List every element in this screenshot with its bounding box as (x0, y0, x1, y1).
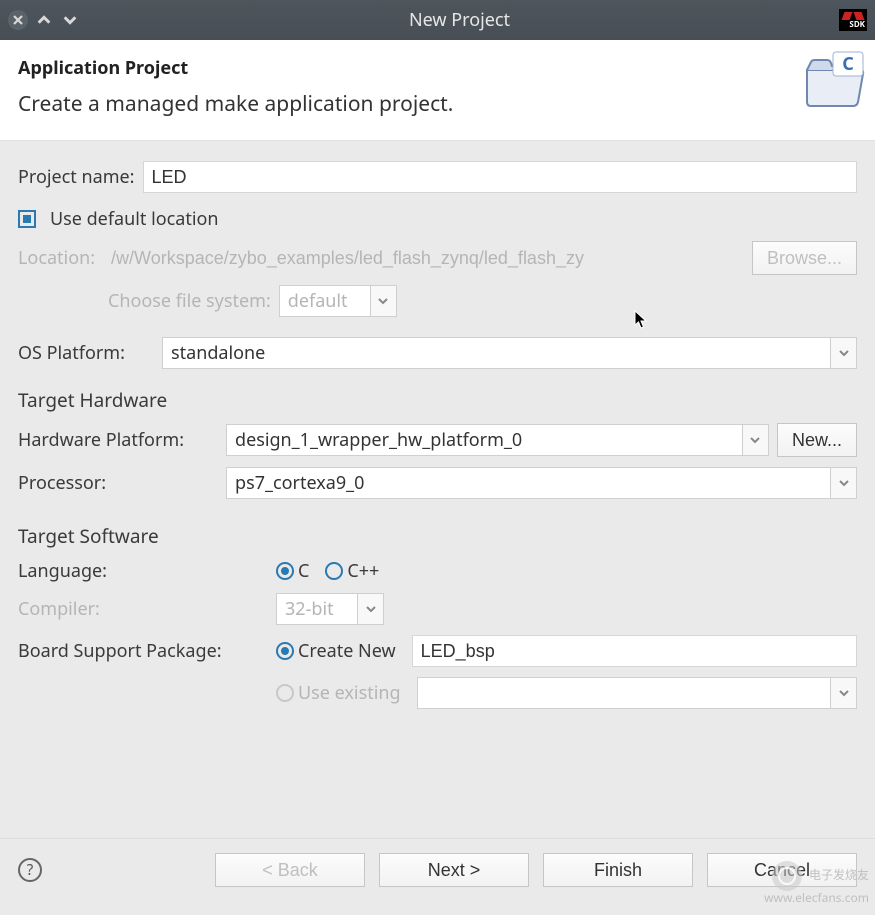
cancel-button[interactable]: Cancel (707, 853, 857, 887)
chevron-down-icon (62, 12, 78, 28)
bsp-existing-select (417, 677, 857, 709)
language-label: Language: (18, 559, 268, 583)
location-input (103, 242, 744, 274)
sdk-badge-icon: SDK (839, 9, 867, 31)
chevron-down-icon (357, 594, 383, 624)
location-label: Location: (18, 246, 95, 270)
project-name-label: Project name: (18, 165, 135, 189)
back-button: < Back (215, 853, 365, 887)
wizard-form: Project name: Use default location Locat… (0, 141, 875, 709)
target-hardware-heading: Target Hardware (18, 387, 857, 413)
wizard-c-folder-icon: C (803, 50, 869, 110)
help-icon: ? (27, 860, 34, 880)
language-cpp-radio[interactable]: C++ (325, 559, 379, 583)
bsp-use-existing-radio: Use existing (276, 681, 401, 705)
bsp-name-input[interactable] (412, 635, 857, 667)
hardware-platform-select[interactable]: design_1_wrapper_hw_platform_0 (226, 424, 769, 456)
chevron-up-icon (36, 12, 52, 28)
window-title: New Project (86, 8, 833, 32)
os-platform-select[interactable]: standalone (162, 337, 857, 369)
bsp-create-new-radio[interactable]: Create New (276, 639, 396, 663)
svg-text:C: C (842, 52, 854, 76)
cursor-icon (634, 310, 648, 336)
help-button[interactable]: ? (18, 858, 42, 882)
banner-heading: Application Project (18, 56, 857, 80)
wizard-banner: Application Project Create a managed mak… (0, 40, 875, 141)
chevron-down-icon (370, 286, 396, 316)
compiler-label: Compiler: (18, 597, 268, 621)
chevron-down-icon (742, 425, 768, 455)
window-up-button[interactable] (34, 10, 54, 30)
next-button[interactable]: Next > (379, 853, 529, 887)
hardware-platform-label: Hardware Platform: (18, 428, 218, 452)
chevron-down-icon (830, 468, 856, 498)
bsp-label: Board Support Package: (18, 639, 268, 663)
os-platform-label: OS Platform: (18, 341, 154, 365)
use-default-location-label: Use default location (50, 207, 219, 231)
close-icon (12, 14, 24, 26)
processor-label: Processor: (18, 471, 218, 495)
close-window-button[interactable] (8, 10, 28, 30)
filesystem-label: Choose file system: (108, 289, 271, 313)
filesystem-select: default (279, 285, 397, 317)
processor-select[interactable]: ps7_cortexa9_0 (226, 467, 857, 499)
wizard-footer: ? < Back Next > Finish Cancel (0, 838, 875, 915)
titlebar: New Project SDK (0, 0, 875, 40)
chevron-down-icon (830, 678, 856, 708)
chevron-down-icon (830, 338, 856, 368)
hardware-new-button[interactable]: New... (777, 423, 857, 457)
use-default-location-checkbox[interactable] (18, 210, 36, 228)
window-down-button[interactable] (60, 10, 80, 30)
banner-subheading: Create a managed make application projec… (18, 90, 857, 118)
language-c-radio[interactable]: C (276, 559, 309, 583)
compiler-select: 32-bit (276, 593, 384, 625)
browse-button: Browse... (752, 241, 857, 275)
finish-button[interactable]: Finish (543, 853, 693, 887)
project-name-input[interactable] (143, 161, 858, 193)
target-software-heading: Target Software (18, 523, 857, 549)
